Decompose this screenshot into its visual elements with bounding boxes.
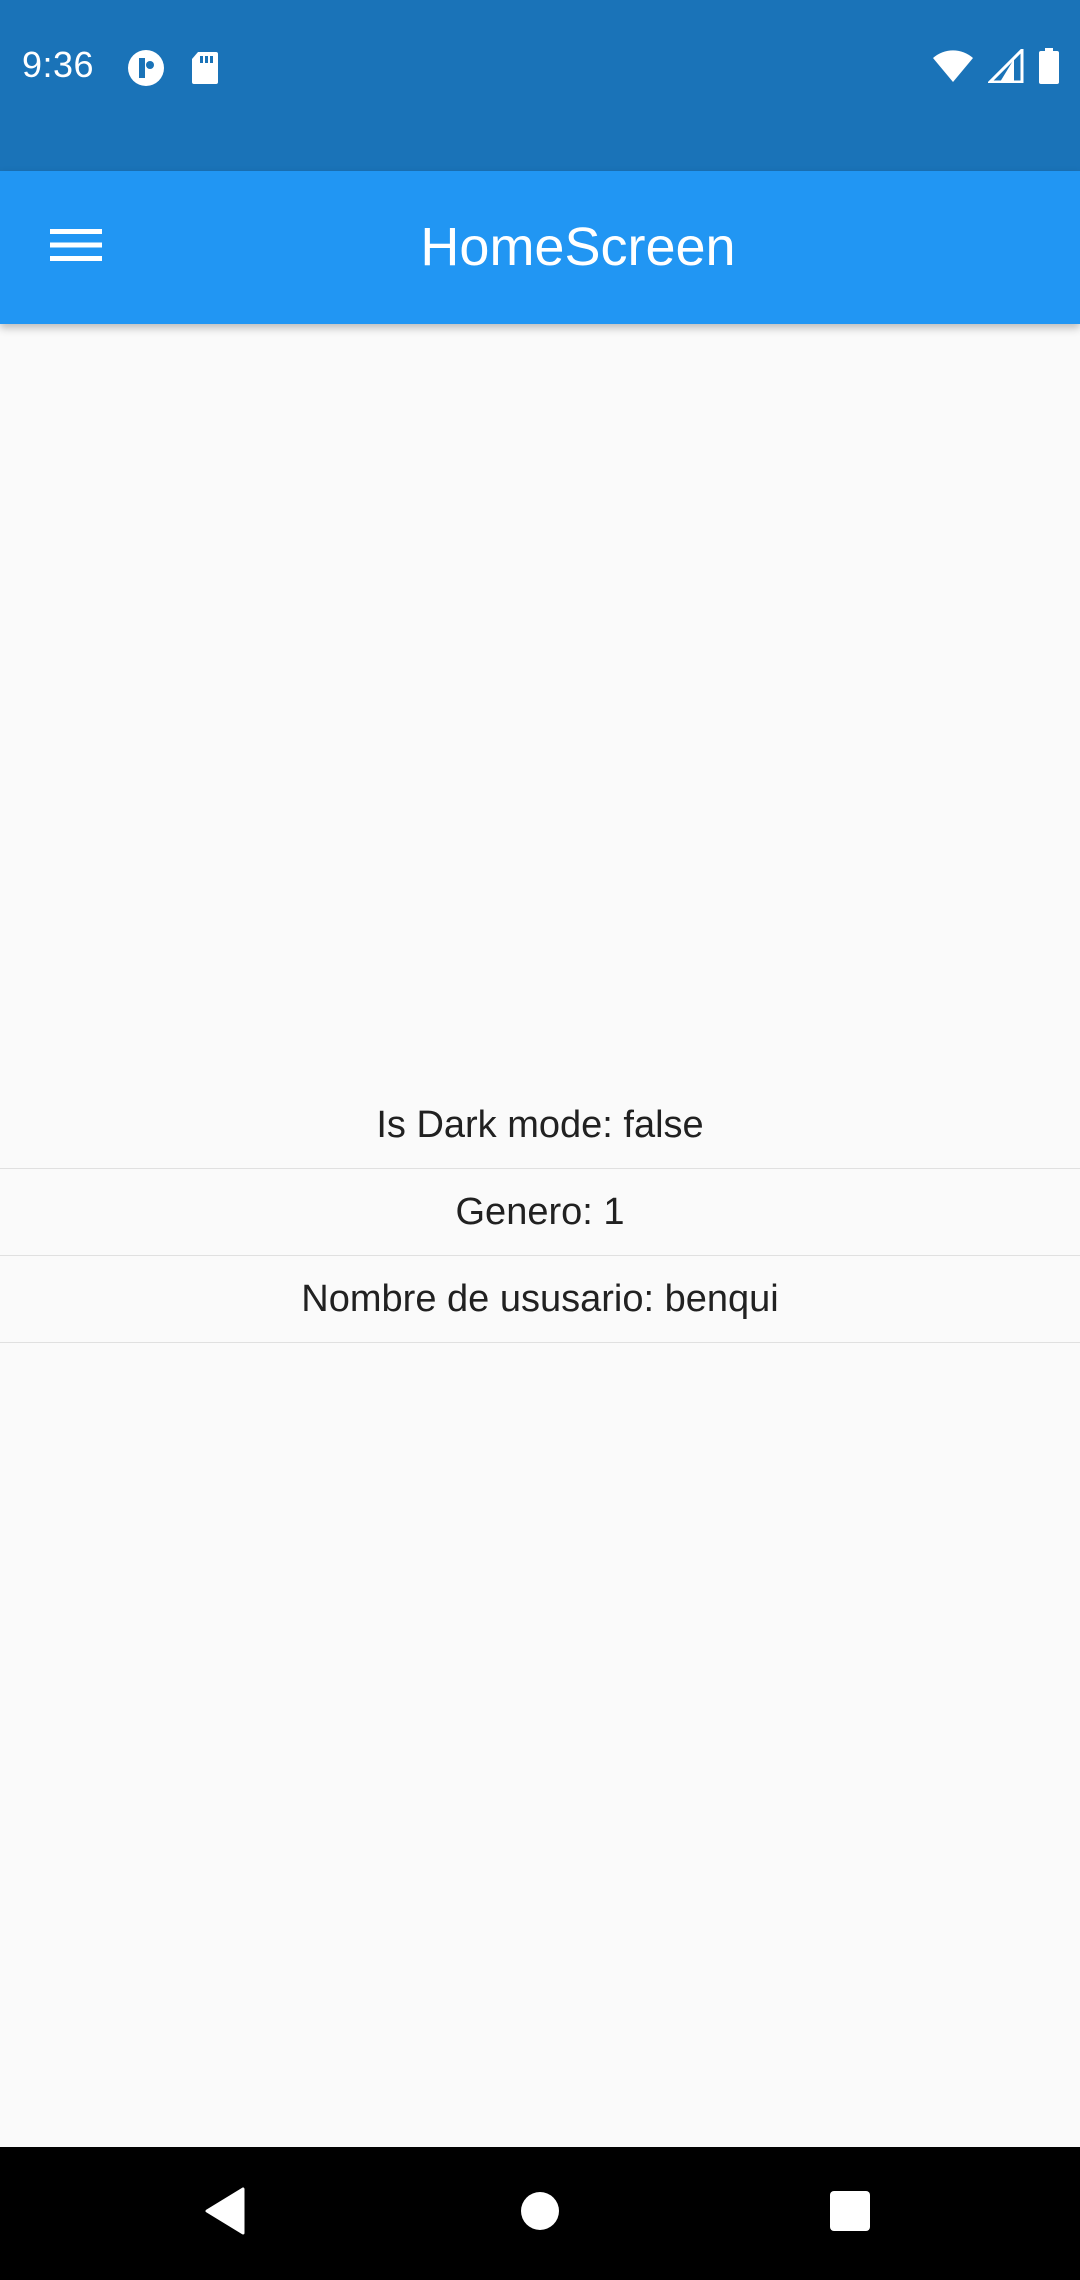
pocket-casts-icon bbox=[126, 48, 166, 93]
cell-signal-icon bbox=[986, 46, 1024, 88]
list-item-genero: Genero: 1 bbox=[0, 1169, 1080, 1256]
recents-button[interactable] bbox=[810, 2173, 890, 2253]
sd-card-icon bbox=[190, 50, 220, 91]
status-notification-icons bbox=[126, 48, 220, 93]
recents-icon bbox=[829, 2190, 871, 2237]
battery-icon bbox=[1038, 48, 1060, 89]
screen: 9:36 HomeScreen Is Dark mode: false Gene… bbox=[0, 0, 1080, 2280]
back-icon bbox=[203, 2187, 247, 2240]
home-icon bbox=[520, 2191, 560, 2236]
home-button[interactable] bbox=[500, 2173, 580, 2253]
status-system-icons bbox=[932, 46, 1060, 89]
wifi-icon bbox=[932, 49, 974, 88]
navigation-bar bbox=[0, 2147, 1080, 2280]
list-item-dark-mode: Is Dark mode: false bbox=[0, 1082, 1080, 1169]
app-bar: HomeScreen bbox=[0, 171, 1080, 324]
list-item-username: Nombre de ususario: benqui bbox=[0, 1256, 1080, 1343]
back-button[interactable] bbox=[185, 2173, 265, 2253]
status-bar: 9:36 bbox=[0, 0, 1080, 171]
status-time: 9:36 bbox=[22, 44, 95, 85]
page-title: HomeScreen bbox=[420, 217, 736, 277]
settings-list: Is Dark mode: false Genero: 1 Nombre de … bbox=[0, 1082, 1080, 1343]
